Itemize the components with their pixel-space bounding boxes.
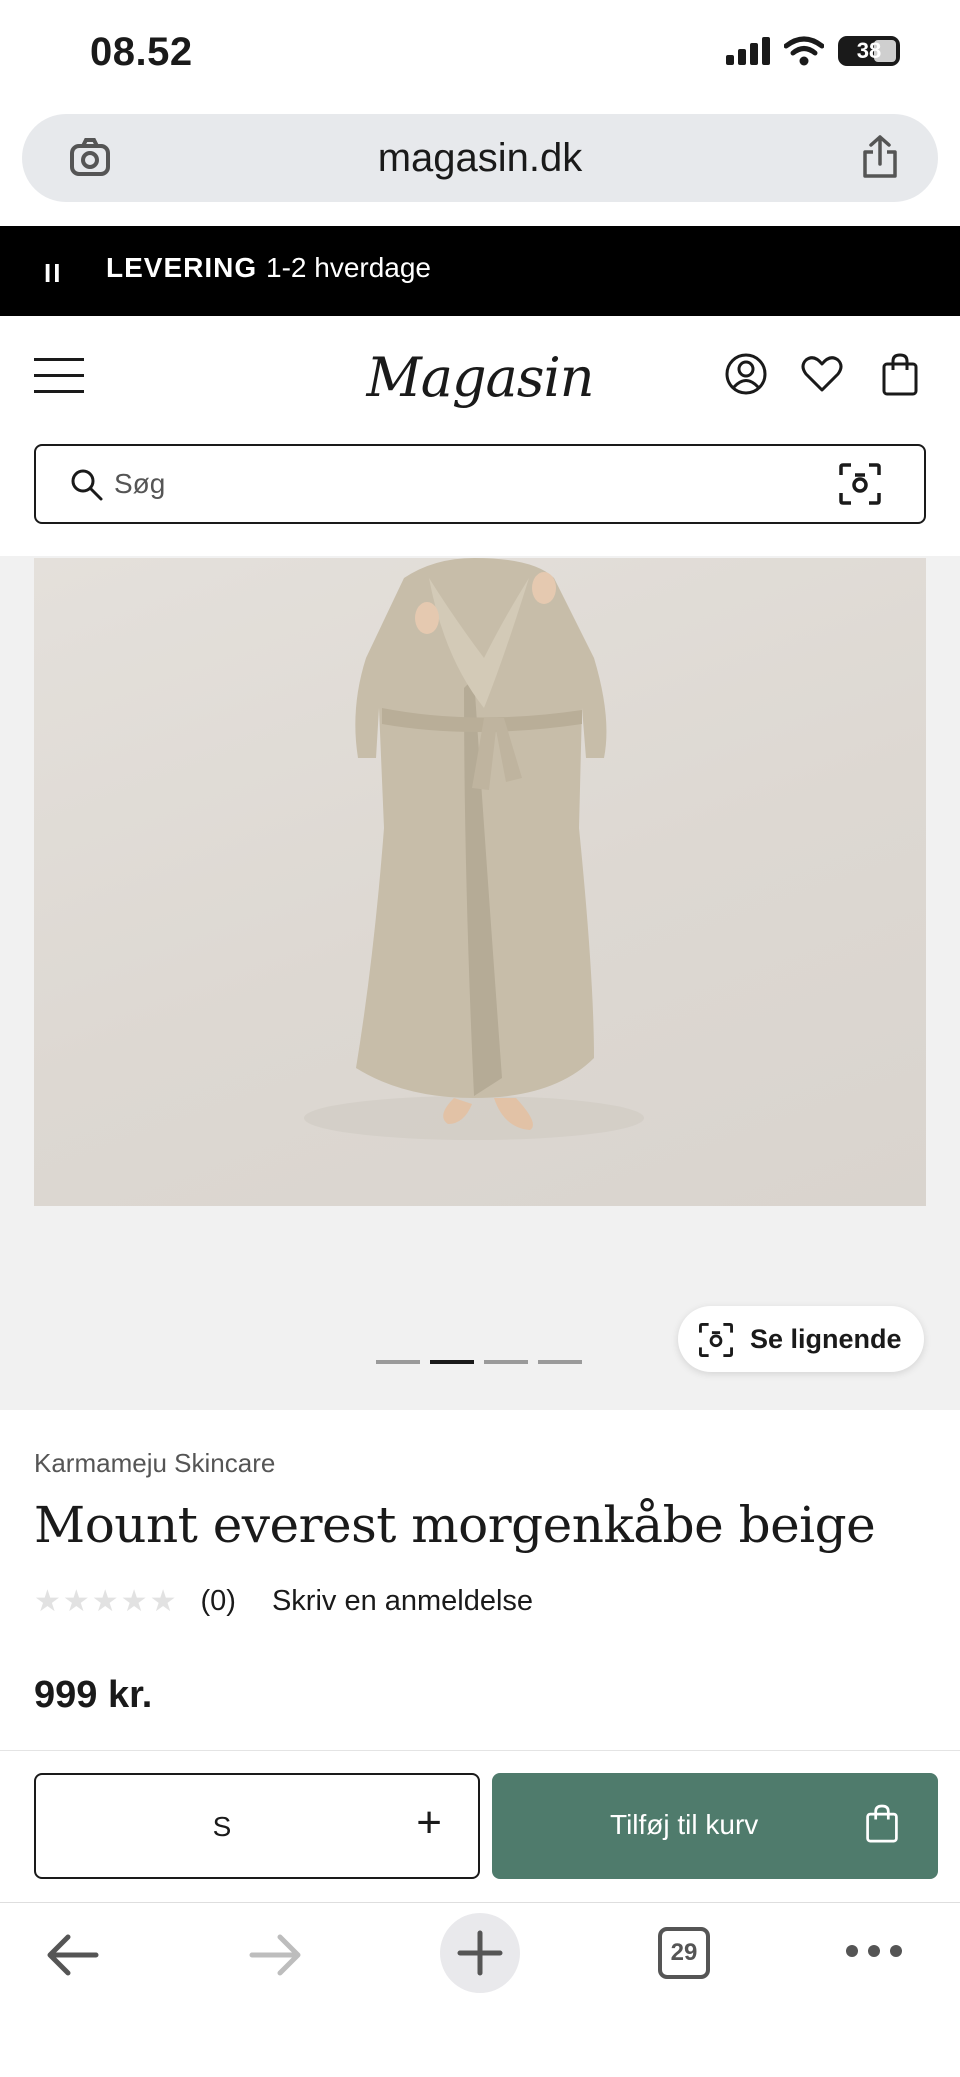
carousel-indicators[interactable]	[376, 1360, 582, 1364]
delivery-time: 1-2 hverdage	[266, 252, 432, 283]
add-to-cart-button[interactable]: Tilføj til kurv	[492, 1773, 938, 1879]
carousel-dot[interactable]	[538, 1360, 582, 1364]
pause-button[interactable]: II	[44, 258, 62, 289]
delivery-label: LEVERING	[106, 252, 258, 283]
status-icons: 38	[726, 36, 900, 66]
selected-size: S	[212, 1811, 232, 1842]
status-bar: 08.52 38	[0, 0, 960, 110]
size-selector[interactable]: S +	[34, 1773, 480, 1879]
account-icon[interactable]	[724, 352, 768, 396]
add-to-cart-label: Tilføj til kurv	[610, 1809, 759, 1840]
see-similar-label: Se lignende	[750, 1324, 902, 1354]
back-arrow-icon[interactable]	[44, 1933, 100, 1977]
signal-icon	[726, 37, 770, 65]
plus-icon: +	[416, 1798, 442, 1847]
carousel-dot[interactable]	[484, 1360, 528, 1364]
visual-search-icon[interactable]	[838, 462, 882, 506]
see-similar-button[interactable]: Se lignende	[678, 1306, 924, 1372]
browser-toolbar: 29	[0, 1902, 960, 2077]
search-input[interactable]: Søg	[34, 444, 926, 524]
visual-search-icon	[699, 1323, 733, 1357]
battery-level: 38	[856, 38, 882, 63]
carousel-dot[interactable]	[376, 1360, 420, 1364]
add-to-cart-bar: S + Tilføj til kurv	[0, 1750, 960, 1902]
delivery-banner: II LEVERING 1-2 hverdage	[0, 226, 960, 316]
tabs-button[interactable]: 29	[658, 1927, 710, 1979]
write-review-link[interactable]: Skriv en anmeldelse	[272, 1585, 533, 1618]
battery-icon: 38	[838, 36, 900, 66]
status-time: 08.52	[90, 30, 193, 74]
rating-stars: ★★★★★	[34, 1585, 179, 1618]
shopping-bag-icon	[866, 1804, 898, 1843]
product-rating: ★★★★★ (0) Skriv en anmeldelse	[34, 1584, 533, 1619]
address-bar[interactable]: magasin.dk	[22, 114, 938, 202]
product-brand[interactable]: Karmameju Skincare	[34, 1448, 275, 1479]
site-header: Magasin Søg	[0, 316, 960, 556]
new-tab-button[interactable]	[440, 1913, 520, 1993]
url-text[interactable]: magasin.dk	[22, 136, 938, 181]
product-title: Mount everest morgenkåbe beige	[34, 1496, 876, 1554]
search-icon	[71, 469, 103, 501]
search-placeholder: Søg	[114, 468, 166, 499]
more-options-icon[interactable]	[846, 1945, 902, 1957]
robe-figure	[304, 558, 644, 1140]
plus-icon	[457, 1930, 503, 1976]
review-count: (0)	[200, 1585, 236, 1617]
forward-arrow-icon[interactable]	[248, 1933, 304, 1977]
wifi-icon	[784, 36, 824, 66]
share-icon[interactable]	[860, 134, 900, 180]
wishlist-heart-icon[interactable]	[800, 352, 844, 396]
product-image[interactable]	[34, 558, 926, 1206]
product-price: 999 kr.	[34, 1674, 153, 1716]
shopping-bag-icon[interactable]	[880, 352, 920, 398]
carousel-dot-active[interactable]	[430, 1360, 474, 1364]
product-gallery[interactable]: Se lignende	[0, 556, 960, 1410]
